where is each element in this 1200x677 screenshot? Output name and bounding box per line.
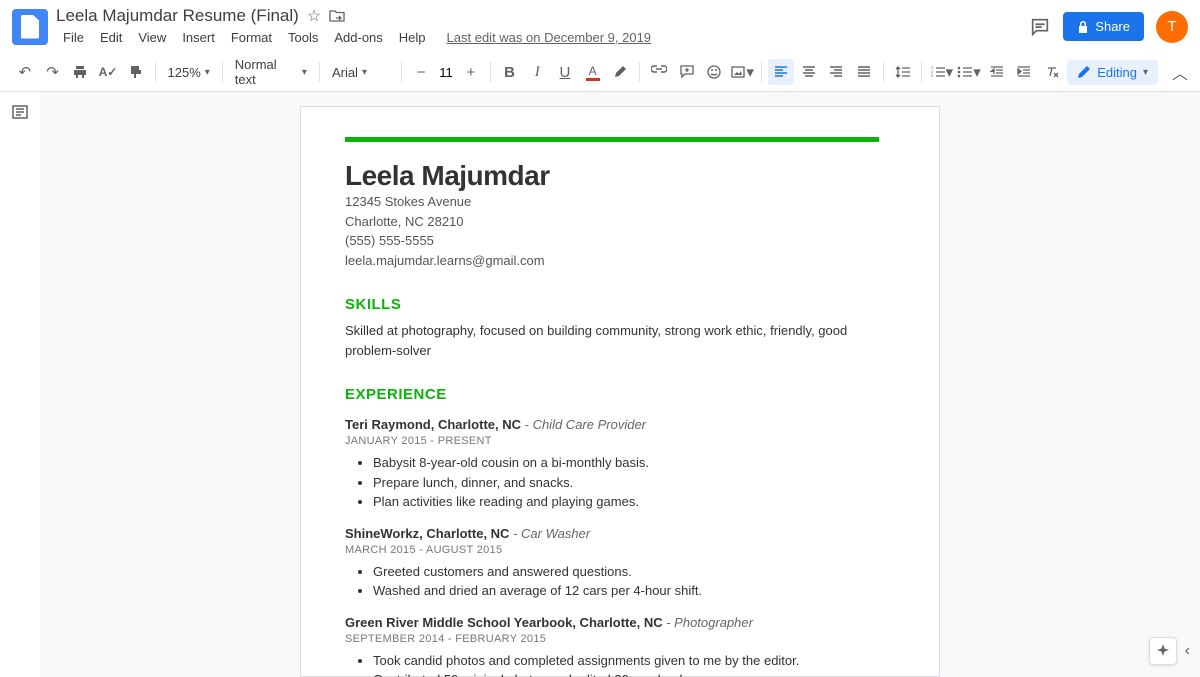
image-icon[interactable]: ▾ [729,59,755,85]
decrease-indent-icon[interactable] [984,59,1010,85]
italic-icon[interactable]: I [524,59,550,85]
bulleted-list-icon[interactable]: ▾ [956,59,982,85]
comment-insert-icon[interactable] [674,59,700,85]
side-panel-toggle-icon[interactable]: ‹ [1185,642,1190,660]
decrease-font-icon[interactable]: − [408,59,434,85]
text-color-icon[interactable]: A [580,59,606,85]
increase-font-icon[interactable]: + [458,59,484,85]
outline-panel [0,92,40,677]
highlight-icon[interactable] [607,59,633,85]
emoji-icon[interactable] [702,59,728,85]
bold-icon[interactable]: B [497,59,523,85]
editing-label: Editing [1097,65,1137,80]
spellcheck-icon[interactable]: A✓ [95,59,121,85]
document-canvas[interactable]: Leela Majumdar 12345 Stokes Avenue Charl… [40,92,1200,677]
phone: (555) 555-5555 [345,231,879,251]
font-size-input[interactable] [436,65,456,80]
job-3: Green River Middle School Yearbook, Char… [345,615,879,630]
svg-text:3: 3 [931,73,934,78]
align-left-icon[interactable] [768,59,794,85]
style-select[interactable]: Normal text [229,57,313,87]
city: Charlotte, NC 28210 [345,212,879,232]
menu-format[interactable]: Format [224,28,279,47]
line-spacing-icon[interactable] [890,59,916,85]
pencil-icon [1077,65,1091,79]
address: 12345 Stokes Avenue [345,192,879,212]
menu-addons[interactable]: Add-ons [327,28,389,47]
page: Leela Majumdar 12345 Stokes Avenue Charl… [300,106,940,677]
underline-icon[interactable]: U [552,59,578,85]
user-avatar[interactable]: T [1156,11,1188,43]
align-justify-icon[interactable] [851,59,877,85]
title-area: Leela Majumdar Resume (Final) ☆ File Edi… [56,6,1029,47]
clear-format-icon[interactable] [1039,59,1065,85]
docs-logo-icon[interactable] [12,9,48,45]
link-icon[interactable] [646,59,672,85]
explore-button[interactable] [1149,637,1177,665]
menu-view[interactable]: View [131,28,173,47]
outline-icon[interactable] [11,104,29,677]
menu-edit[interactable]: Edit [93,28,129,47]
editing-mode-button[interactable]: Editing ▾ [1067,60,1158,85]
menu-insert[interactable]: Insert [175,28,222,47]
job-2-dates: MARCH 2015 - AUGUST 2015 [345,544,879,556]
lock-icon [1077,20,1089,34]
explore-icon [1155,643,1171,659]
align-right-icon[interactable] [823,59,849,85]
share-button[interactable]: Share [1063,12,1144,41]
job-1: Teri Raymond, Charlotte, NC - Child Care… [345,417,879,432]
menu-tools[interactable]: Tools [281,28,325,47]
job-2-bullets: Greeted customers and answered questions… [373,562,879,601]
header-bar [345,137,879,142]
job-2: ShineWorkz, Charlotte, NC - Car Washer [345,526,879,541]
experience-heading: EXPERIENCE [345,386,879,403]
job-1-dates: JANUARY 2015 - PRESENT [345,435,879,447]
print-icon[interactable] [67,59,93,85]
align-center-icon[interactable] [796,59,822,85]
email: leela.majumdar.learns@gmail.com [345,251,879,271]
menu-help[interactable]: Help [392,28,433,47]
toolbar: ↶ ↷ A✓ 125% Normal text Arial − + B I U … [0,53,1200,92]
increase-indent-icon[interactable] [1012,59,1038,85]
font-select[interactable]: Arial [326,65,395,80]
header: Leela Majumdar Resume (Final) ☆ File Edi… [0,0,1200,53]
share-label: Share [1095,19,1130,34]
job-1-bullets: Babysit 8-year-old cousin on a bi-monthl… [373,453,879,512]
zoom-select[interactable]: 125% [162,65,216,80]
undo-icon[interactable]: ↶ [12,59,38,85]
paint-format-icon[interactable] [123,59,149,85]
document-title[interactable]: Leela Majumdar Resume (Final) [56,6,299,26]
menu-bar: File Edit View Insert Format Tools Add-o… [56,28,1029,47]
comments-icon[interactable] [1029,16,1051,38]
last-edit-link[interactable]: Last edit was on December 9, 2019 [447,30,652,45]
redo-icon[interactable]: ↷ [40,59,66,85]
star-icon[interactable]: ☆ [307,6,321,26]
menu-file[interactable]: File [56,28,91,47]
resume-name: Leela Majumdar [345,160,879,192]
numbered-list-icon[interactable]: 123▾ [928,59,954,85]
skills-text: Skilled at photography, focused on build… [345,321,879,360]
job-3-bullets: Took candid photos and completed assignm… [373,651,879,677]
collapse-toolbar-icon[interactable]: ︿ [1172,60,1188,84]
job-3-dates: SEPTEMBER 2014 - FEBRUARY 2015 [345,633,879,645]
skills-heading: SKILLS [345,296,879,313]
move-folder-icon[interactable] [329,9,345,23]
